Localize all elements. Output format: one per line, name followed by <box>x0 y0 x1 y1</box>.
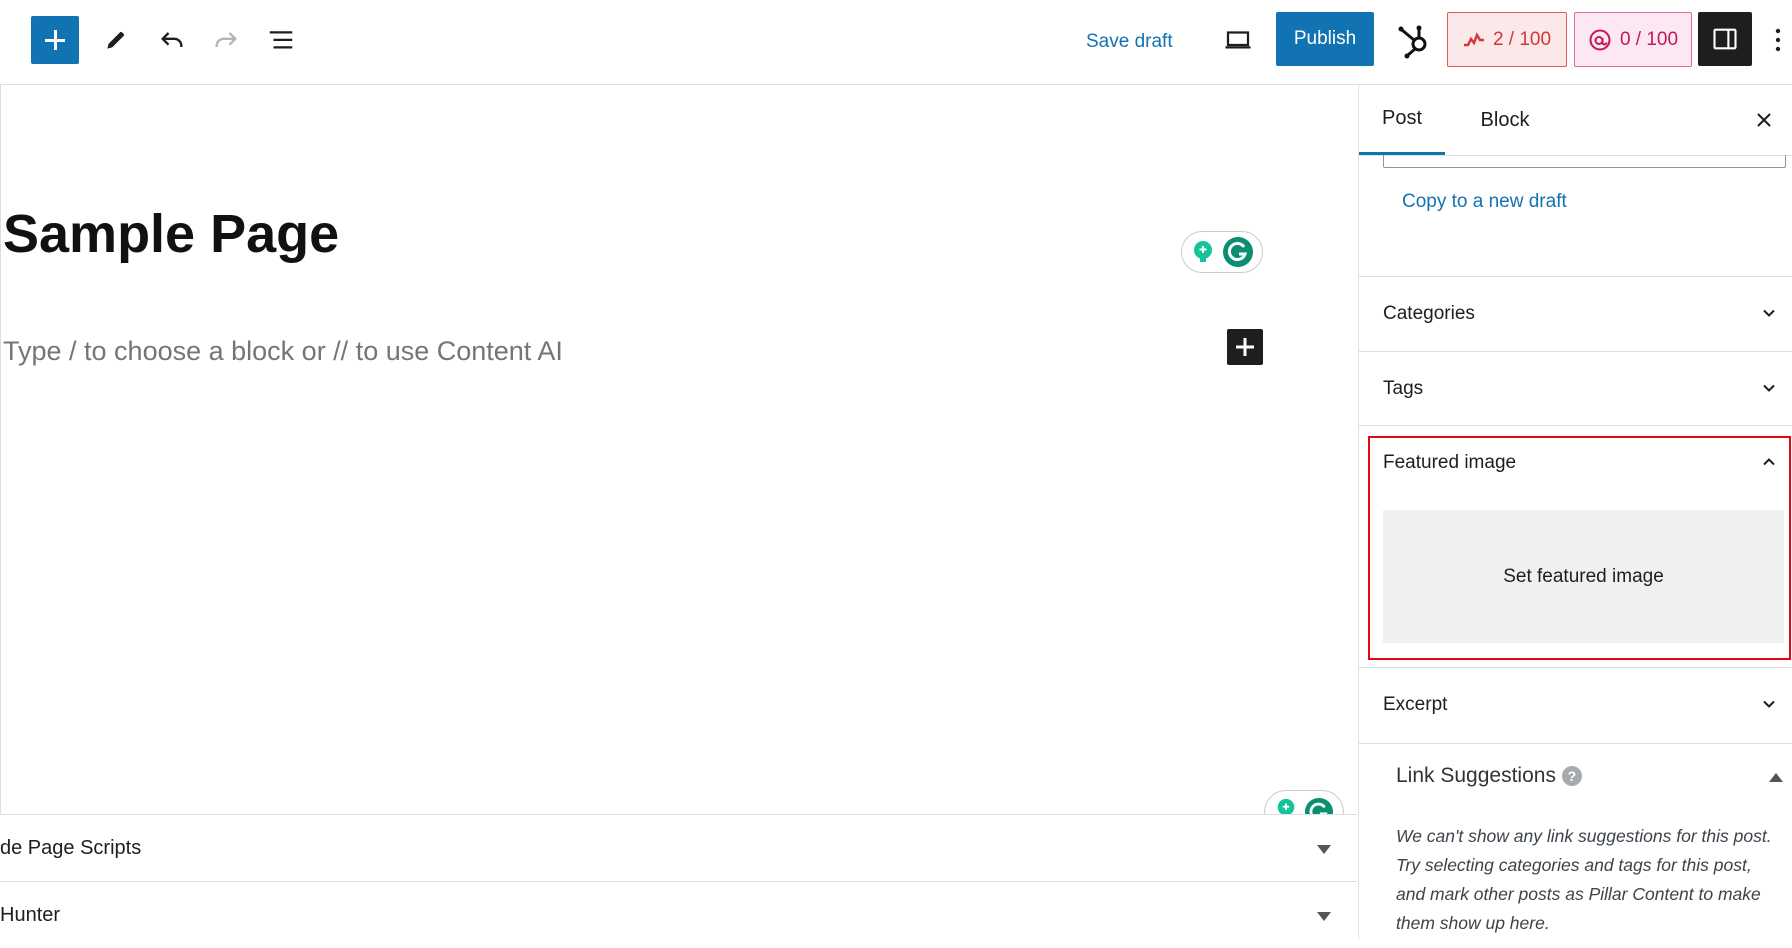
content-ai-value: 0 / 100 <box>1619 28 1679 50</box>
link-suggestions-label: Link Suggestions <box>1396 764 1556 787</box>
save-draft-button[interactable]: Save draft <box>1086 24 1173 60</box>
chevron-down-icon <box>1763 700 1775 708</box>
caret-down-icon[interactable] <box>1317 912 1331 921</box>
editor-header: Save draft Publish 2 / 100 0 / 100 <box>0 0 1792 85</box>
tab-post[interactable]: Post <box>1359 85 1445 155</box>
set-featured-image-button[interactable]: Set featured image <box>1383 510 1784 643</box>
caret-up-icon[interactable] <box>1769 773 1783 782</box>
copy-to-new-draft-link[interactable]: Copy to a new draft <box>1402 191 1567 213</box>
editor-canvas: Sample Page Type / to choose a block or … <box>0 85 1358 939</box>
grammarly-widget[interactable] <box>1181 231 1263 273</box>
panel-title: Tags <box>1383 378 1424 399</box>
tags-panel-toggle[interactable]: Tags <box>1359 352 1792 426</box>
help-icon[interactable]: ? <box>1561 766 1582 786</box>
chevron-down-icon <box>1763 309 1775 317</box>
caret-down-icon[interactable] <box>1317 845 1331 854</box>
excerpt-panel-toggle[interactable]: Excerpt <box>1359 668 1792 742</box>
list-view-button[interactable] <box>261 20 301 60</box>
settings-sidebar-toggle[interactable] <box>1698 12 1752 66</box>
content-ai-badge[interactable]: 0 / 100 <box>1574 12 1692 67</box>
block-inserter-button[interactable] <box>31 16 79 64</box>
seo-score-icon <box>1463 31 1484 46</box>
meta-box-title: Hunter <box>0 904 61 926</box>
redo-button[interactable] <box>206 20 246 60</box>
text-field[interactable] <box>1383 155 1786 168</box>
meta-box-title: de Page Scripts <box>0 837 142 859</box>
hubspot-button[interactable] <box>1392 18 1436 62</box>
link-suggestions-panel: Link Suggestions ? We can't show any lin… <box>1359 743 1792 939</box>
panel-title: Categories <box>1383 303 1475 324</box>
excerpt-panel: Excerpt <box>1359 667 1792 742</box>
add-block-button[interactable] <box>1227 329 1263 365</box>
meta-box-hunter[interactable]: Hunter <box>0 881 1357 948</box>
featured-image-panel-toggle[interactable]: Featured image <box>1359 426 1792 500</box>
meta-box-page-scripts[interactable]: de Page Scripts <box>0 814 1357 881</box>
seo-score-badge[interactable]: 2 / 100 <box>1447 12 1567 67</box>
chevron-down-icon <box>1763 384 1775 392</box>
hubspot-icon <box>1398 25 1427 59</box>
tools-button[interactable] <box>96 20 136 60</box>
tags-panel: Tags <box>1359 351 1792 426</box>
chevron-up-icon <box>1763 458 1775 466</box>
close-sidebar-button[interactable] <box>1752 108 1776 132</box>
undo-icon <box>161 32 183 47</box>
close-icon <box>1757 113 1771 127</box>
pencil-icon <box>107 31 125 49</box>
categories-panel-toggle[interactable]: Categories <box>1359 277 1792 351</box>
options-menu-button[interactable] <box>1768 20 1788 60</box>
publish-button[interactable]: Publish <box>1276 12 1374 66</box>
sidebar-toggle-icon <box>1713 28 1737 50</box>
undo-button[interactable] <box>152 20 192 60</box>
featured-image-panel: Featured image Set featured image <box>1359 425 1792 662</box>
link-suggestions-message: We can't show any link suggestions for t… <box>1396 826 1772 933</box>
link-suggestions-title[interactable]: Link Suggestions ? <box>1396 764 1582 788</box>
seo-score-value: 2 / 100 <box>1492 28 1552 50</box>
categories-panel: Categories <box>1359 276 1792 351</box>
preview-button[interactable] <box>1218 20 1258 60</box>
lightbulb-icon <box>1194 241 1212 262</box>
content-ai-icon <box>1589 29 1611 50</box>
grammarly-icon <box>1223 237 1253 267</box>
panel-title: Featured image <box>1383 452 1517 473</box>
desktop-preview-icon <box>1225 31 1251 49</box>
settings-sidebar: Post Block Copy to a new draft Categorie… <box>1358 85 1792 939</box>
tab-block[interactable]: Block <box>1469 85 1541 155</box>
panel-title: Excerpt <box>1383 694 1448 715</box>
list-view-icon <box>269 31 293 49</box>
block-placeholder[interactable]: Type / to choose a block or // to use Co… <box>3 336 563 367</box>
post-title[interactable]: Sample Page <box>3 203 339 265</box>
more-options-icon <box>1775 28 1781 52</box>
redo-icon <box>215 32 237 47</box>
